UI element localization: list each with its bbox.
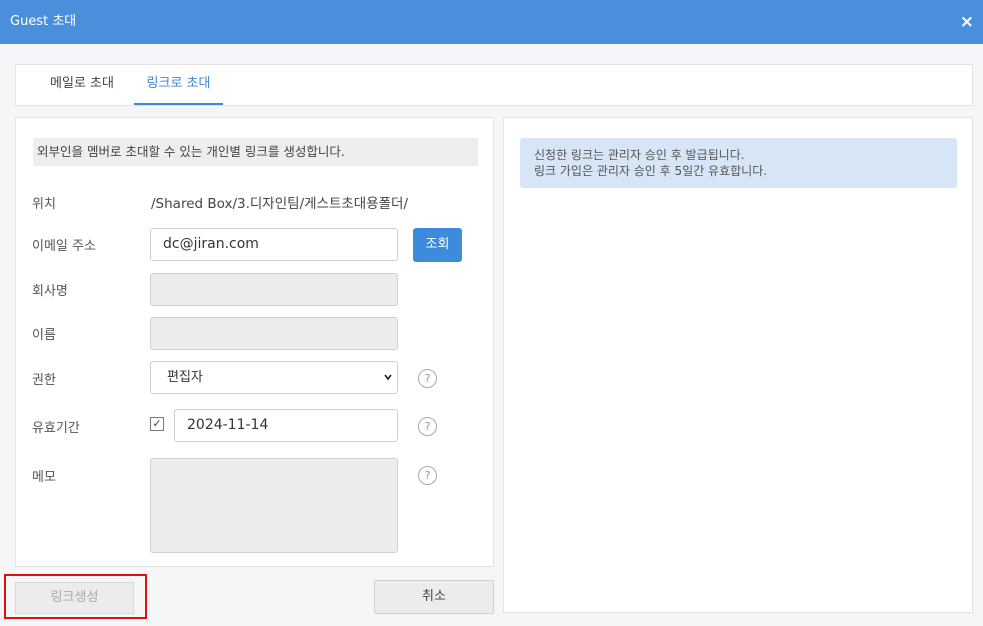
dialog-titlebar: Guest 초대 × xyxy=(0,0,983,44)
expiry-help-icon[interactable]: ? xyxy=(418,417,437,436)
name-label: 이름 xyxy=(32,328,56,343)
expiry-checkbox[interactable]: ✓ xyxy=(150,417,164,431)
close-icon[interactable]: × xyxy=(960,0,974,44)
memo-textarea xyxy=(150,458,398,553)
tab-mail-invite[interactable]: 메일로 초대 xyxy=(31,65,133,105)
info-line-1: 신청한 링크는 관리자 승인 후 발급됩니다. xyxy=(534,148,745,162)
cancel-button[interactable]: 취소 xyxy=(374,580,494,614)
chevron-down-icon xyxy=(384,374,392,381)
email-label: 이메일 주소 xyxy=(32,239,96,254)
email-field[interactable]: dc@jiran.com xyxy=(150,228,398,261)
info-panel: 신청한 링크는 관리자 승인 후 발급됩니다. 링크 가입은 관리자 승인 후 … xyxy=(503,117,973,613)
name-field xyxy=(150,317,398,350)
tab-bar: 메일로 초대 링크로 초대 xyxy=(15,64,973,106)
expiry-date-field[interactable]: 2024-11-14 xyxy=(174,409,398,442)
permission-selected-value: 편집자 xyxy=(167,370,203,385)
expiry-label: 유효기간 xyxy=(32,421,80,436)
info-line-2: 링크 가입은 관리자 승인 후 5일간 유효합니다. xyxy=(534,164,768,178)
memo-help-icon[interactable]: ? xyxy=(418,466,437,485)
company-label: 회사명 xyxy=(32,284,68,299)
permission-select[interactable]: 편집자 xyxy=(150,361,398,394)
location-value: /Shared Box/3.디자인팀/게스트초대용폴더/ xyxy=(151,196,409,212)
tab-link-invite[interactable]: 링크로 초대 xyxy=(134,65,223,105)
dialog-title: Guest 초대 xyxy=(10,14,77,29)
location-label: 위치 xyxy=(32,197,56,212)
search-button[interactable]: 조회 xyxy=(413,228,462,262)
company-field xyxy=(150,273,398,306)
permission-label: 권한 xyxy=(32,373,56,388)
form-notice: 외부인을 멤버로 초대할 수 있는 개인별 링크를 생성합니다. xyxy=(33,138,478,166)
permission-help-icon[interactable]: ? xyxy=(418,369,437,388)
invite-form-panel: 외부인을 멤버로 초대할 수 있는 개인별 링크를 생성합니다. 위치 /Sha… xyxy=(15,117,494,567)
highlight-box xyxy=(4,574,147,619)
info-box: 신청한 링크는 관리자 승인 후 발급됩니다. 링크 가입은 관리자 승인 후 … xyxy=(520,138,957,188)
memo-label: 메모 xyxy=(32,470,56,485)
